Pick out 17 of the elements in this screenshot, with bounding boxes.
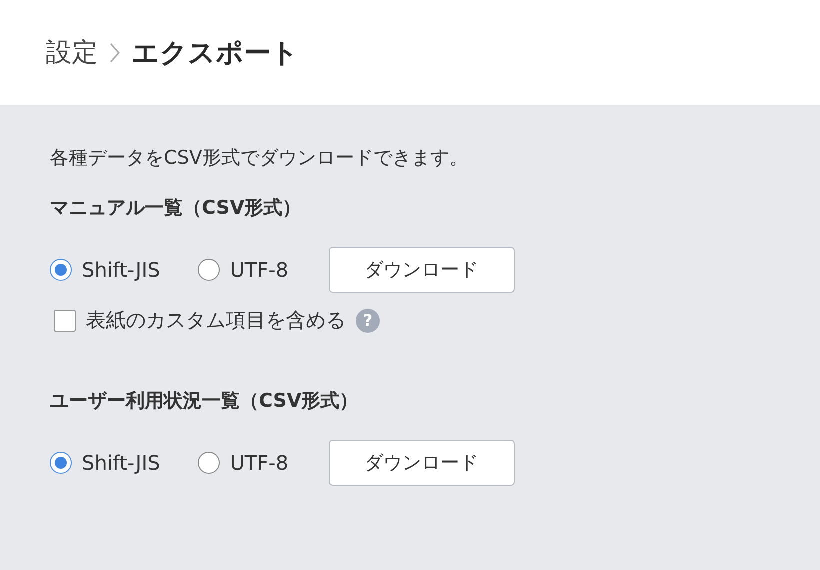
radio-button[interactable] — [198, 259, 220, 281]
checkbox-label: 表紙のカスタム項目を含める — [86, 307, 346, 334]
description-text: 各種データをCSV形式でダウンロードできます。 — [50, 146, 470, 171]
download-button[interactable]: ダウンロード — [328, 247, 515, 293]
radio-label: UTF-8 — [230, 451, 289, 475]
radio-button[interactable] — [50, 259, 72, 281]
radio-label: UTF-8 — [230, 258, 289, 282]
radio-label: Shift-JIS — [82, 258, 160, 282]
checkbox[interactable] — [54, 310, 76, 332]
radio-button[interactable] — [50, 452, 72, 474]
page-title: エクスポート — [132, 36, 299, 70]
radio-button[interactable] — [198, 452, 220, 474]
radio-label: Shift-JIS — [82, 451, 160, 475]
section-title: マニュアル一覧（CSV形式） — [50, 196, 303, 221]
breadcrumb-link[interactable]: 設定 — [46, 35, 98, 70]
section-title: ユーザー利用状況一覧（CSV形式） — [50, 389, 360, 414]
download-button[interactable]: ダウンロード — [328, 440, 515, 486]
